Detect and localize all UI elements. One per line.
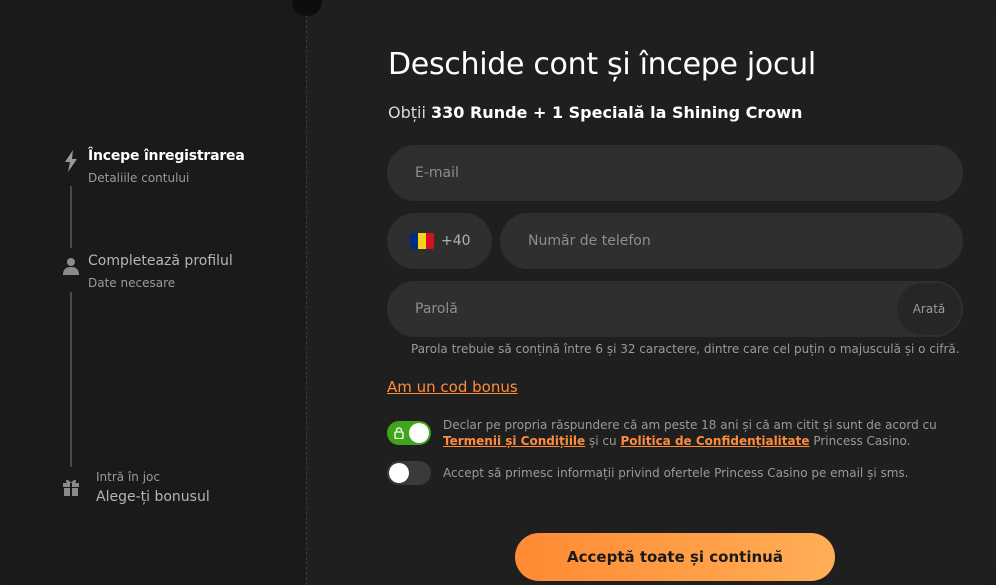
step-title: Începe înregistrarea	[88, 148, 245, 164]
bonus-code-link[interactable]: Am un cod bonus	[387, 378, 518, 396]
terms-consent-text: Declar pe propria răspundere că am peste…	[443, 417, 937, 449]
offer-highlight: 330 Runde + 1 Specială la Shining Crown	[431, 103, 803, 122]
lightning-icon	[62, 150, 80, 172]
step-subtitle: Detaliile contului	[88, 171, 190, 185]
phone-field[interactable]: Număr de telefon	[500, 213, 963, 269]
step-subtitle: Alege-ți bonusul	[96, 489, 210, 505]
bonus-offer-text: Obții 330 Runde + 1 Specială la Shining …	[388, 103, 802, 122]
registration-modal: Începe înregistrarea Detaliile contului …	[0, 0, 996, 585]
step-title: Completează profilul	[88, 253, 233, 269]
accept-continue-button[interactable]: Acceptă toate și continuă	[515, 533, 835, 581]
password-placeholder: Parolă	[415, 301, 458, 317]
toggle-knob	[389, 463, 409, 483]
lock-icon	[394, 427, 404, 439]
email-placeholder: E-mail	[415, 165, 459, 181]
terms-consent-line2: Termenii și Condițiile și cu Politica de…	[443, 433, 937, 449]
terms-link[interactable]: Termenii și Condițiile	[443, 434, 585, 448]
step-title: Intră în joc	[96, 470, 160, 484]
show-password-button[interactable]: Arată	[897, 283, 961, 335]
step-connector	[70, 292, 72, 467]
toggle-knob	[409, 423, 429, 443]
terms-consent-line1: Declar pe propria răspundere că am peste…	[443, 418, 937, 432]
marketing-consent-toggle[interactable]	[387, 461, 431, 485]
marketing-consent-text: Accept să primesc informații privind ofe…	[443, 466, 909, 480]
offer-prefix: Obții	[388, 103, 426, 122]
terms-and-text: și cu	[589, 434, 617, 448]
phone-prefix: +40	[441, 233, 471, 249]
page-title: Deschide cont și începe jocul	[388, 47, 816, 82]
gift-icon	[62, 476, 80, 498]
password-hint: Parola trebuie să conțină între 6 și 32 …	[411, 342, 960, 356]
country-code-select[interactable]: +40	[387, 213, 492, 269]
user-icon	[62, 255, 80, 277]
privacy-policy-link[interactable]: Politica de Confidențialitate	[620, 434, 809, 448]
phone-placeholder: Număr de telefon	[528, 233, 651, 249]
email-field[interactable]: E-mail	[387, 145, 963, 201]
step-connector	[70, 186, 72, 248]
password-field[interactable]: Parolă Arată	[387, 281, 963, 337]
terms-consent-toggle[interactable]	[387, 421, 431, 445]
terms-end-text: Princess Casino.	[813, 434, 911, 448]
step-subtitle: Date necesare	[88, 276, 176, 290]
romania-flag-icon	[410, 233, 434, 249]
registration-steps-sidebar: Începe înregistrarea Detaliile contului …	[0, 0, 307, 585]
